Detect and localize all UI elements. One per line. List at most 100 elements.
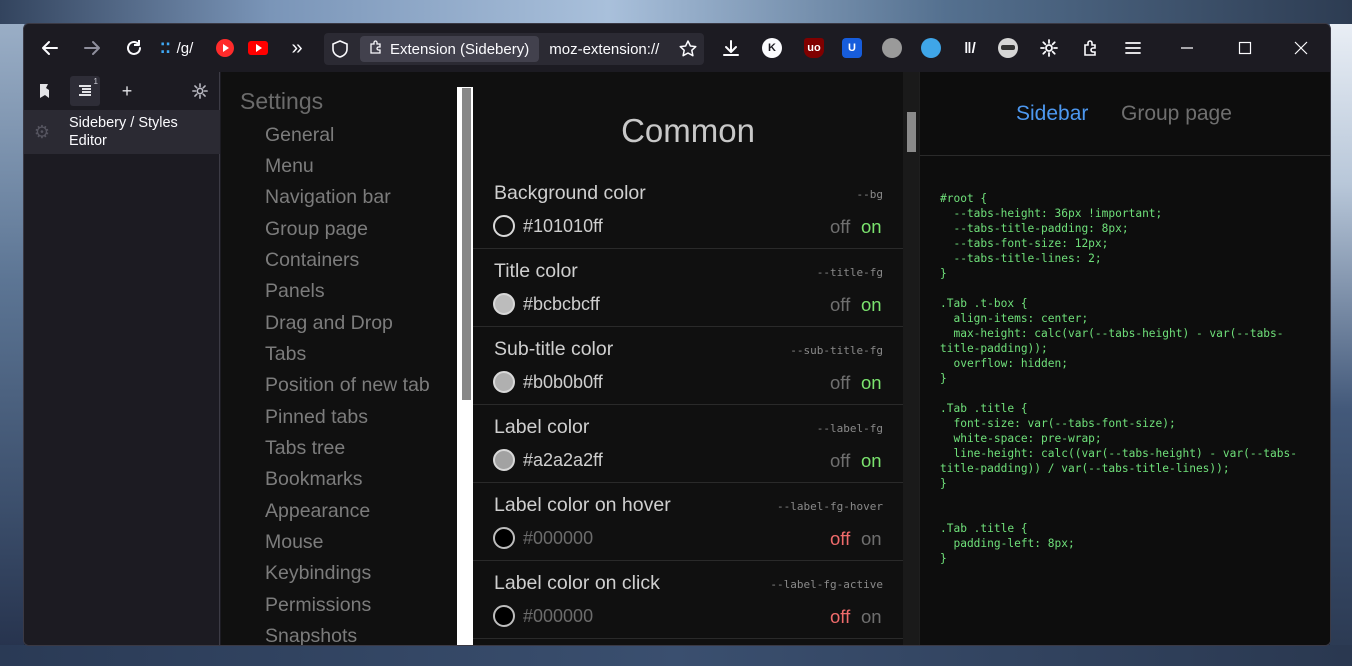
shortcut-label: /g/ <box>176 39 194 57</box>
gear-icon[interactable] <box>1033 32 1065 64</box>
color-swatch[interactable] <box>493 527 515 549</box>
var-css-name: --bg <box>856 188 884 201</box>
settings-nav-item-drag-and-drop[interactable]: Drag and Drop <box>265 312 393 335</box>
editor-tabs: Sidebar Group page <box>920 72 1330 156</box>
bitwarden-icon[interactable]: U <box>842 38 862 58</box>
settings-nav-item-tabs-tree[interactable]: Tabs tree <box>265 437 345 460</box>
toggle-off[interactable]: off <box>830 528 850 550</box>
color-swatch[interactable] <box>493 215 515 237</box>
settings-nav-item-snapshots[interactable]: Snapshots <box>265 625 357 645</box>
settings-nav-scrollbar-thumb[interactable] <box>462 88 471 400</box>
bookmarks-panel-icon[interactable] <box>30 76 60 106</box>
var-css-name: --title-fg <box>816 266 883 279</box>
stylus-icon[interactable]: ‖/ <box>960 38 980 58</box>
color-swatch[interactable] <box>493 605 515 627</box>
add-panel-icon[interactable]: + <box>112 76 142 106</box>
color-value[interactable]: #a2a2a2ff <box>523 450 603 471</box>
section-title: Common <box>621 112 755 149</box>
toggle-on[interactable]: on <box>861 450 882 472</box>
toggle-on[interactable]: on <box>861 606 882 628</box>
color-value[interactable]: #b0b0b0ff <box>523 372 603 393</box>
more-bookmarks-chevron-icon[interactable]: » <box>281 32 313 64</box>
toggle-on[interactable]: on <box>861 528 882 550</box>
toggle-off[interactable]: off <box>830 216 850 238</box>
tab-group-page[interactable]: Group page <box>1121 102 1232 126</box>
close-icon[interactable] <box>1289 36 1313 60</box>
settings-nav-item-tabs[interactable]: Tabs <box>265 343 306 366</box>
tab-sidebar[interactable]: Sidebar <box>1016 102 1088 126</box>
privacy-badger-icon[interactable] <box>882 38 902 58</box>
settings-nav-item-group-page[interactable]: Group page <box>265 218 368 241</box>
extension-identity-chip[interactable]: Extension (Sidebery) <box>360 36 540 62</box>
settings-nav-item-mouse[interactable]: Mouse <box>265 531 324 554</box>
color-swatch[interactable] <box>493 293 515 315</box>
var-label: Label color <box>494 416 590 438</box>
back-arrow-icon[interactable] <box>34 32 66 64</box>
settings-nav-item-menu[interactable]: Menu <box>265 155 314 178</box>
color-value[interactable]: #000000 <box>523 606 593 627</box>
color-swatch[interactable] <box>493 371 515 393</box>
settings-nav-item-containers[interactable]: Containers <box>265 249 359 272</box>
sidebery-nav-bar: 1 + <box>24 72 219 110</box>
settings-nav-item-position-of-new-tab[interactable]: Position of new tab <box>265 374 430 397</box>
settings-nav-item-pinned-tabs[interactable]: Pinned tabs <box>265 406 368 429</box>
var-css-name: --sub-title-fg <box>790 344 883 357</box>
identity-label: Extension (Sidebery) <box>390 40 530 58</box>
var-row-sub-title-fg: Sub-title color --sub-title-fg #b0b0b0ff… <box>473 327 903 405</box>
toggle-on[interactable]: on <box>861 216 882 238</box>
url-bar[interactable]: Extension (Sidebery) moz-extension:// <box>324 33 704 65</box>
var-row-title-fg: Title color --title-fg #bcbcbcff off on <box>473 249 903 327</box>
bookmark-star-icon[interactable] <box>678 39 698 59</box>
vars-scrollbar-thumb[interactable] <box>907 112 916 152</box>
browser-toolbar: ⁚⁚ /g/ » Extension (Sidebery) moz-extens… <box>24 24 1330 72</box>
downloads-icon[interactable] <box>715 32 747 64</box>
youtube-icon[interactable] <box>248 41 268 55</box>
settings-nav-item-panels[interactable]: Panels <box>265 280 325 303</box>
color-swatch[interactable] <box>493 449 515 471</box>
toggle-off[interactable]: off <box>830 294 850 316</box>
url-text[interactable]: moz-extension:// <box>549 41 679 58</box>
settings-nav-item-keybindings[interactable]: Keybindings <box>265 562 371 585</box>
color-value[interactable]: #bcbcbcff <box>523 294 600 315</box>
desktop-wallpaper-right <box>1330 24 1352 666</box>
earth-extension-icon[interactable] <box>921 38 941 58</box>
youtube-music-icon[interactable] <box>216 39 234 57</box>
settings-nav-item-bookmarks[interactable]: Bookmarks <box>265 468 363 491</box>
settings-nav-item-appearance[interactable]: Appearance <box>265 500 370 523</box>
minimize-icon[interactable] <box>1175 36 1199 60</box>
desktop-wallpaper-top <box>0 0 1352 24</box>
var-label: Background color <box>494 182 646 204</box>
bookmark-shortcut-g[interactable]: ⁚⁚ /g/ <box>160 36 220 60</box>
tab-title: Sidebery / Styles Editor <box>69 115 178 149</box>
settings-nav-item-navigation-bar[interactable]: Navigation bar <box>265 186 391 209</box>
avatar-extension-icon[interactable] <box>998 38 1018 58</box>
settings-nav-heading[interactable]: Settings <box>240 88 323 115</box>
var-row-label-fg: Label color --label-fg #a2a2a2ff off on <box>473 405 903 483</box>
vars-scrollbar[interactable] <box>903 72 919 645</box>
extensions-puzzle-icon[interactable] <box>1075 32 1107 64</box>
reload-icon[interactable] <box>118 32 150 64</box>
desktop-wallpaper-bottom <box>0 645 1352 666</box>
maximize-icon[interactable] <box>1233 36 1257 60</box>
settings-nav-item-general[interactable]: General <box>265 124 334 147</box>
color-value[interactable]: #000000 <box>523 528 593 549</box>
browser-window: ⁚⁚ /g/ » Extension (Sidebery) moz-extens… <box>23 23 1331 646</box>
toggle-off[interactable]: off <box>830 606 850 628</box>
k-extension-icon[interactable]: K <box>762 38 782 58</box>
hamburger-menu-icon[interactable] <box>1117 32 1149 64</box>
settings-gear-icon[interactable] <box>185 76 215 106</box>
toggle-off[interactable]: off <box>830 372 850 394</box>
css-editor-panel: Sidebar Group page #root { --tabs-height… <box>919 72 1330 645</box>
css-code-editor[interactable]: #root { --tabs-height: 36px !important; … <box>940 191 1320 566</box>
toggle-on[interactable]: on <box>861 372 882 394</box>
settings-nav-item-permissions[interactable]: Permissions <box>265 594 371 617</box>
sidebery-tab-item[interactable]: ⚙ Sidebery / Styles Editor <box>24 110 220 154</box>
shield-icon[interactable] <box>330 39 350 59</box>
toggle-on[interactable]: on <box>861 294 882 316</box>
shortcut-favicon-icon: ⁚⁚ <box>160 39 171 56</box>
toggle-off[interactable]: off <box>830 450 850 472</box>
forward-arrow-icon[interactable] <box>76 32 108 64</box>
tabs-panel-icon[interactable]: 1 <box>70 76 100 106</box>
ublock-origin-icon[interactable]: uo <box>804 38 824 58</box>
color-value[interactable]: #101010ff <box>523 216 603 237</box>
